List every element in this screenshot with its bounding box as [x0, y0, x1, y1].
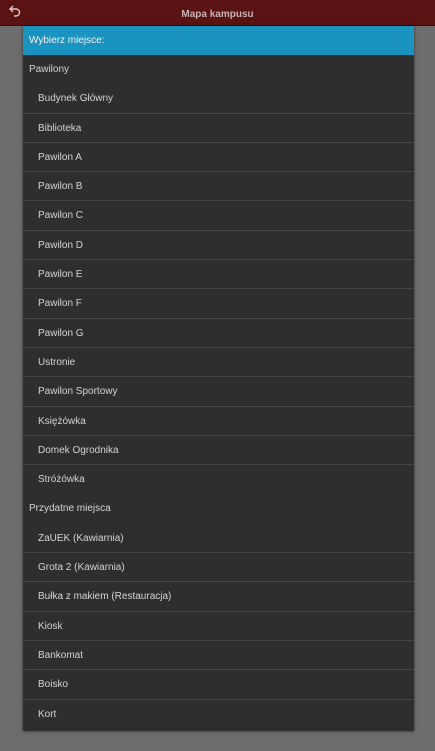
list-item[interactable]: Grota 2 (Kawiarnia) — [23, 553, 414, 583]
list-item[interactable]: Pawilon F — [23, 289, 414, 319]
list-item[interactable]: Pawilon E — [23, 260, 414, 290]
list-item[interactable]: Pawilon Sportowy — [23, 377, 414, 407]
list-item[interactable]: Pawilon D — [23, 231, 414, 261]
section-header: Pawilony — [29, 64, 70, 75]
list-item[interactable]: Kort — [23, 700, 414, 729]
place-list: Pawilony Budynek Główny Biblioteka Pawilon … — [23, 55, 414, 729]
list-item[interactable]: Pawilon A — [23, 143, 414, 173]
list-item[interactable]: Biblioteka — [23, 114, 414, 143]
list-item[interactable]: ZaUEK (Kawiarnia) — [23, 524, 414, 554]
section-header: Przydatne miejsca — [29, 503, 111, 515]
list-item[interactable]: Bułka z makiem (Restauracja) — [23, 582, 414, 612]
app-title: Mapa kampusu — [181, 9, 254, 20]
list-item[interactable]: Ustronie — [23, 348, 414, 378]
list-item[interactable]: Pawilon B — [23, 172, 414, 202]
place-picker-dialog: Wybierz miejsce: Pawilony Budynek Główny B… — [23, 26, 414, 731]
app-bar: Mapa kampusu — [0, 0, 435, 26]
list-item[interactable]: Księżówka — [23, 407, 414, 436]
list-item[interactable]: Bankomat — [23, 641, 414, 671]
list-item[interactable]: Pawilon C — [23, 201, 414, 231]
list-item[interactable]: Pawilon G — [23, 319, 414, 348]
list-item[interactable]: Kiosk — [23, 612, 414, 641]
list-item[interactable]: Boisko — [23, 670, 414, 700]
list-item[interactable]: Domek Ogrodnika — [23, 436, 414, 466]
dialog-header: Wybierz miejsce: — [23, 26, 414, 55]
list-item[interactable]: Stróżówka — [23, 465, 414, 494]
list-item[interactable]: Budynek Główny — [23, 84, 414, 114]
